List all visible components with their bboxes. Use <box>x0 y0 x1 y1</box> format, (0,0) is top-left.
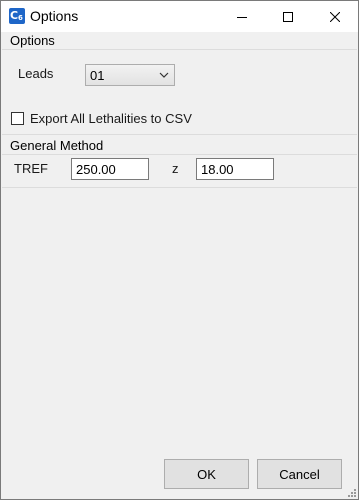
title-bar[interactable]: C6 Options <box>1 1 358 32</box>
app-logo-icon: C6 <box>9 8 25 24</box>
section-divider <box>2 134 357 135</box>
window-title: Options <box>30 8 79 24</box>
options-group-divider <box>2 49 357 50</box>
export-lethalities-label[interactable]: Export All Lethalities to CSV <box>30 111 192 126</box>
options-dialog: C6 Options Options Leads 01 Export All L… <box>0 0 359 500</box>
maximize-button[interactable] <box>265 1 311 32</box>
maximize-icon <box>283 11 293 22</box>
export-lethalities-checkbox[interactable] <box>11 112 24 125</box>
options-group-title: Options <box>10 33 55 48</box>
general-method-bottom-divider <box>2 187 357 188</box>
minimize-button[interactable] <box>219 1 265 32</box>
z-label: z <box>172 161 179 176</box>
general-method-title: General Method <box>10 138 104 153</box>
chevron-down-icon <box>159 72 169 78</box>
resize-grip-icon[interactable] <box>347 488 357 498</box>
leads-label: Leads <box>18 66 54 81</box>
tref-label: TREF <box>14 161 48 176</box>
ok-button[interactable]: OK <box>164 459 249 489</box>
cancel-button[interactable]: Cancel <box>257 459 342 489</box>
close-button[interactable] <box>312 1 358 32</box>
close-icon <box>330 11 340 22</box>
leads-select-value: 01 <box>90 68 105 83</box>
leads-select[interactable]: 01 <box>85 64 175 86</box>
tref-input[interactable] <box>71 158 149 180</box>
general-method-divider <box>2 154 357 155</box>
minimize-icon <box>237 16 247 18</box>
z-input[interactable] <box>196 158 274 180</box>
